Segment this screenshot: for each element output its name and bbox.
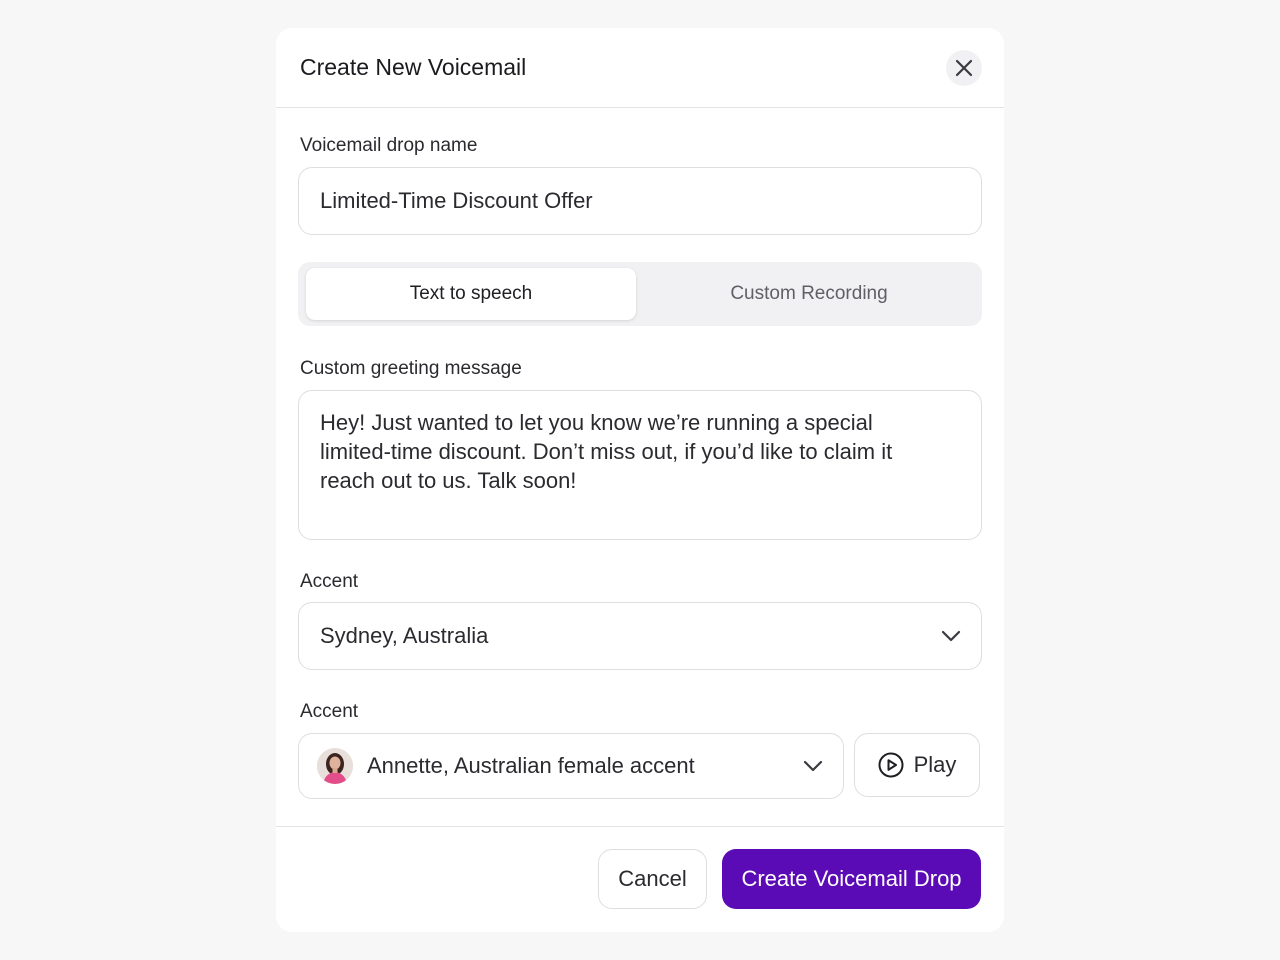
close-button[interactable] [946, 49, 982, 86]
avatar [317, 748, 353, 784]
greeting-line: limited-time discount. Don’t miss out, i… [320, 439, 893, 464]
create-voicemail-drop-button[interactable]: Create Voicemail Drop [722, 849, 981, 909]
close-icon [955, 59, 973, 76]
play-circle-icon [878, 752, 904, 778]
play-label: Play [913, 752, 957, 777]
greeting-label: Custom greeting message [300, 358, 522, 379]
accent-select[interactable]: Sydney, Australia [298, 602, 982, 670]
greeting-line: reach out to us. Talk soon! [320, 468, 577, 493]
greeting-textarea[interactable]: Hey! Just wanted to let you know we’re r… [298, 390, 982, 540]
voice-label: Accent [300, 701, 359, 722]
play-button[interactable]: Play [854, 733, 980, 797]
tab-custom-recording[interactable]: Custom Recording [644, 268, 974, 320]
voicemail-name-label: Voicemail drop name [300, 135, 478, 156]
modal-header: Create New Voicemail [276, 28, 1004, 108]
modal-title: Create New Voicemail [300, 54, 527, 80]
chevron-down-icon [941, 630, 961, 642]
footer-divider [276, 826, 1004, 827]
create-voicemail-modal: Create New Voicemail Voicemail drop name… [276, 28, 1004, 932]
tab-text-to-speech[interactable]: Text to speech [306, 268, 636, 320]
voicemail-name-value: Limited-Time Discount Offer [320, 188, 593, 213]
cancel-button[interactable]: Cancel [598, 849, 707, 909]
accent-value: Sydney, Australia [320, 623, 489, 648]
greeting-line: Hey! Just wanted to let you know we’re r… [320, 410, 873, 435]
voice-select[interactable]: Annette, Australian female accent [298, 733, 844, 799]
mode-segmented-control: Text to speech Custom Recording [298, 262, 982, 326]
voicemail-name-input[interactable]: Limited-Time Discount Offer [298, 167, 982, 235]
accent-label: Accent [300, 571, 359, 592]
voice-value: Annette, Australian female accent [367, 753, 695, 778]
chevron-down-icon [803, 760, 823, 772]
